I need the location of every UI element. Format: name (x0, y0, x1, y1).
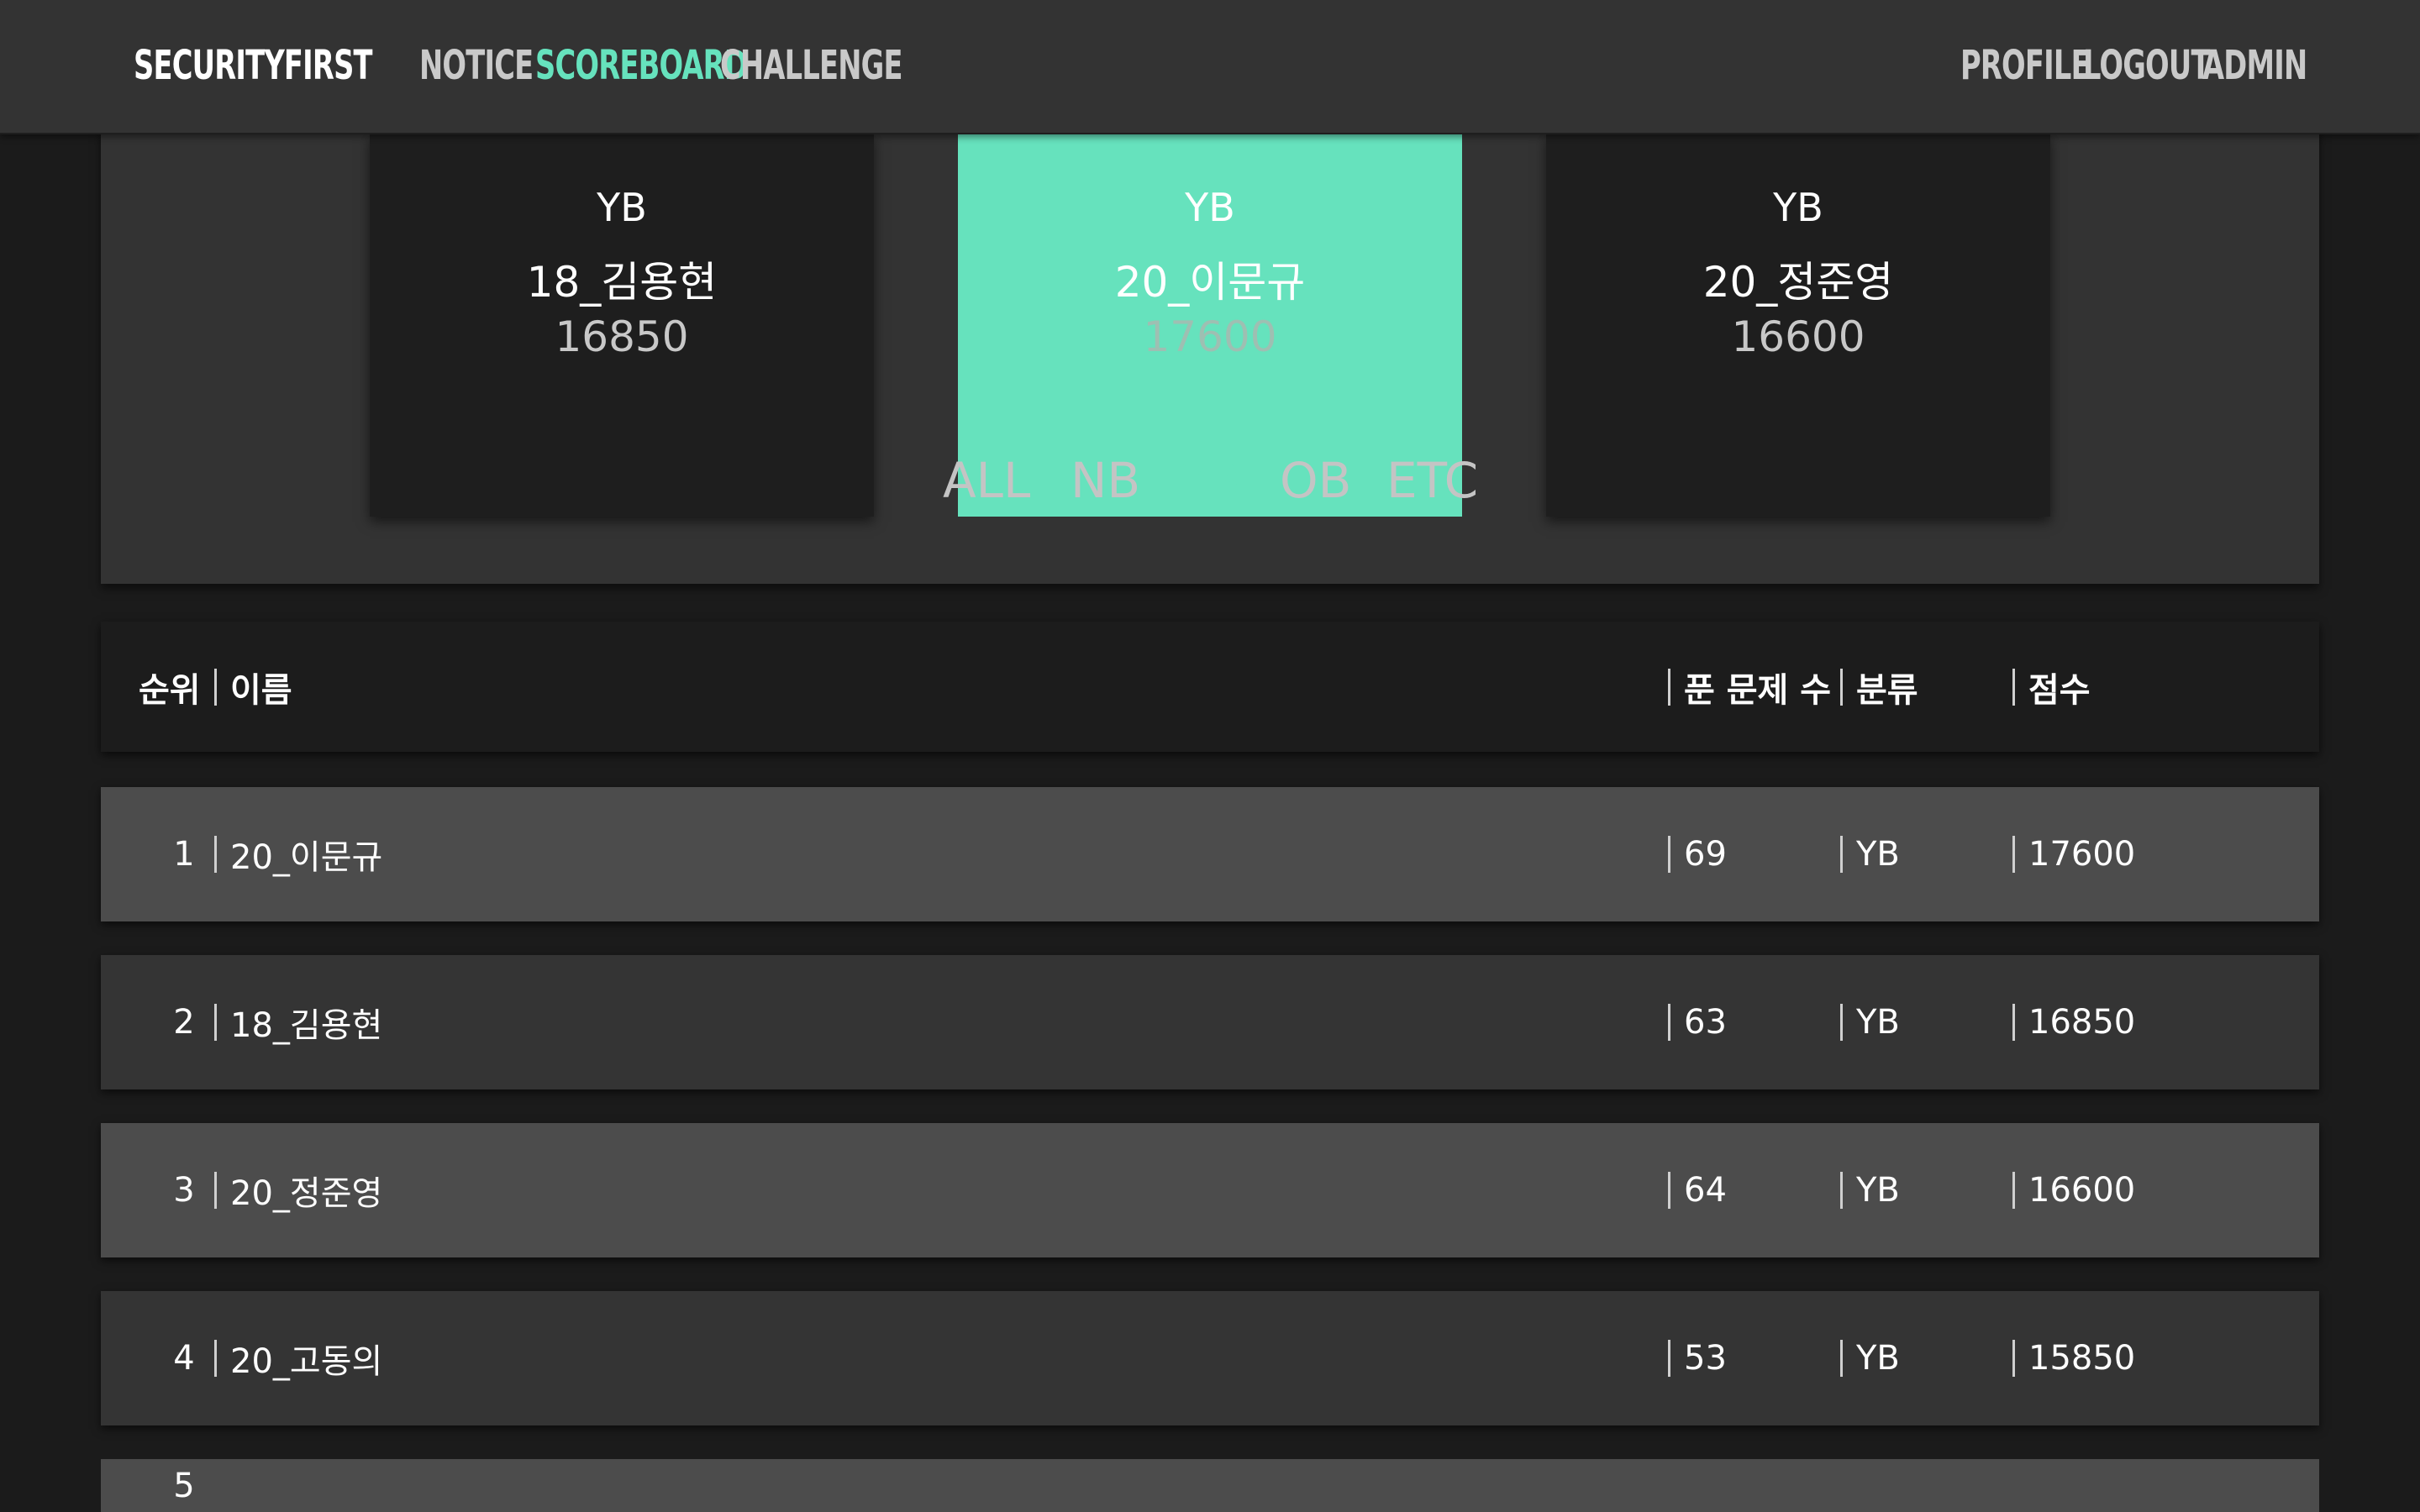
filter-tab-yb[interactable]: YB (1177, 452, 1240, 509)
filter-tab-all[interactable]: ALL (943, 452, 1030, 509)
nav-scoreboard-link[interactable]: SCOREBOARD (535, 42, 748, 89)
row-name: 18_김용현 (214, 955, 382, 1089)
table-row[interactable]: 5 (101, 1459, 2319, 1512)
podium-card-second: YB 18_김용현 16850 (370, 134, 874, 517)
header-category: 분류 (1840, 622, 1918, 752)
table-row[interactable]: 2 18_김용현 63 YB 16850 (101, 955, 2319, 1089)
podium-card-third: YB 20_정준영 16600 (1546, 134, 2050, 517)
row-name: 20_이문규 (214, 787, 382, 921)
podium-division: YB (597, 185, 647, 230)
table-row[interactable]: 1 20_이문규 69 YB 17600 (101, 787, 2319, 921)
row-name: 20_고동의 (214, 1291, 382, 1425)
row-solved: 64 (1668, 1123, 1727, 1257)
nav-admin-link[interactable]: ADMIN (2202, 42, 2307, 89)
scoreboard-table-header: 순위 이름 푼 문제 수 분류 점수 (101, 622, 2319, 752)
row-solved: 69 (1668, 787, 1727, 921)
filter-tab-nb[interactable]: NB (1071, 452, 1140, 509)
row-category: YB (1840, 1123, 1900, 1257)
top-navbar: SECURITYFIRST NOTICE SCOREBOARD CHALLENG… (0, 0, 2420, 134)
podium-score: 17600 (1143, 312, 1277, 361)
nav-notice-link[interactable]: NOTICE (419, 42, 534, 89)
nav-logout-link[interactable]: LOGOUT (2083, 42, 2210, 89)
header-score: 점수 (2012, 622, 2091, 752)
podium-name: 20_이문규 (1114, 258, 1306, 307)
row-rank: 5 (173, 1466, 195, 1505)
row-category: YB (1840, 955, 1900, 1089)
row-name: 20_정준영 (214, 1123, 382, 1257)
podium-score: 16600 (1731, 312, 1865, 361)
filter-tab-ob[interactable]: OB (1280, 452, 1351, 509)
podium-panel: YB 18_김용현 16850 YB 20_이문규 17600 YB 20_정준… (101, 126, 2319, 584)
row-score: 16850 (2012, 955, 2135, 1089)
nav-challenge-link[interactable]: CHALLENGE (720, 42, 903, 89)
filter-tab-etc[interactable]: ETC (1386, 452, 1478, 509)
row-category: YB (1840, 1291, 1900, 1425)
table-row[interactable]: 3 20_정준영 64 YB 16600 (101, 1123, 2319, 1257)
nav-profile-link[interactable]: PROFILE (1960, 42, 2091, 89)
row-score: 15850 (2012, 1291, 2135, 1425)
podium-name: 20_정준영 (1702, 258, 1894, 307)
podium-division: YB (1773, 185, 1823, 230)
row-score: 17600 (2012, 787, 2135, 921)
row-category: YB (1840, 787, 1900, 921)
brand-logo-link[interactable]: SECURITYFIRST (134, 42, 373, 89)
header-solved: 푼 문제 수 (1668, 622, 1831, 752)
row-score: 16600 (2012, 1123, 2135, 1257)
table-row[interactable]: 4 20_고동의 53 YB 15850 (101, 1291, 2319, 1425)
header-name: 이름 (214, 622, 292, 752)
row-solved: 53 (1668, 1291, 1727, 1425)
podium-score: 16850 (555, 312, 689, 361)
podium-division: YB (1185, 185, 1235, 230)
podium-name: 18_김용현 (526, 258, 718, 307)
row-solved: 63 (1668, 955, 1727, 1089)
